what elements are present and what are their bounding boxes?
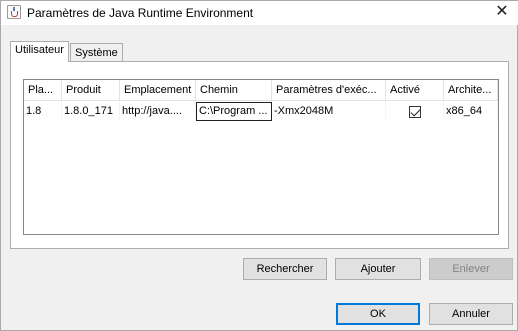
column-header-architecture[interactable]: Archite... <box>444 80 498 101</box>
column-header-product[interactable]: Produit <box>62 80 120 101</box>
remove-button[interactable]: Enlever <box>429 258 513 280</box>
java-app-icon <box>7 5 21 19</box>
column-header-runtime-params[interactable]: Paramètres d'exéc... <box>272 80 386 101</box>
table-header: Pla... Produit Emplacement Chemin Paramè… <box>24 80 498 101</box>
cell-platform[interactable]: 1.8 <box>24 102 62 121</box>
cell-architecture[interactable]: x86_64 <box>444 102 498 121</box>
jre-table[interactable]: Pla... Produit Emplacement Chemin Paramè… <box>23 79 499 235</box>
table-row[interactable]: 1.8 1.8.0_171 http://java.... C:\Program… <box>24 102 498 121</box>
cell-runtime-params[interactable]: -Xmx2048M <box>272 102 386 121</box>
ok-button[interactable]: OK <box>336 303 420 325</box>
column-header-platform[interactable]: Pla... <box>24 80 62 101</box>
column-header-path[interactable]: Chemin <box>196 80 272 101</box>
jre-settings-window: Paramètres de Java Runtime Environment ✕… <box>0 0 518 331</box>
close-icon: ✕ <box>495 3 509 20</box>
search-button[interactable]: Rechercher <box>243 258 327 280</box>
cell-enabled[interactable] <box>386 102 444 121</box>
cell-path-editor[interactable]: C:\Program ... <box>196 102 272 121</box>
column-header-enabled[interactable]: Activé <box>386 80 444 101</box>
enabled-checkbox[interactable] <box>408 106 421 118</box>
add-button[interactable]: Ajouter <box>335 258 421 280</box>
cancel-button[interactable]: Annuler <box>429 303 513 325</box>
title-bar: Paramètres de Java Runtime Environment ✕ <box>1 1 518 25</box>
cell-location[interactable]: http://java.... <box>120 102 196 121</box>
tab-system[interactable]: Système <box>70 43 123 62</box>
column-header-location[interactable]: Emplacement <box>120 80 196 101</box>
close-button[interactable]: ✕ <box>485 1 518 25</box>
tab-user[interactable]: Utilisateur <box>10 41 69 62</box>
cell-product[interactable]: 1.8.0_171 <box>62 102 120 121</box>
window-title: Paramètres de Java Runtime Environment <box>27 6 254 20</box>
